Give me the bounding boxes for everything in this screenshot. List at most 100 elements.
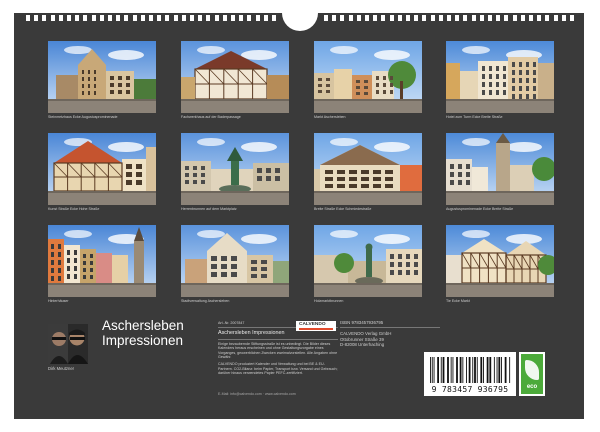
binding-hole [553, 15, 558, 21]
binding-hole [561, 15, 566, 21]
binding-hole [165, 15, 170, 21]
binding-hole [272, 15, 276, 21]
binding-hole [83, 15, 88, 21]
binding-hole [91, 15, 96, 21]
thumbnail-caption: Stadtverwaltung Aschersleben [181, 299, 230, 303]
info-body-1: Einige bezaubernde Stiftungsstraße ist e… [218, 341, 338, 360]
binding-hole [414, 15, 419, 21]
thumbnail-photo [314, 225, 422, 297]
binding-hole [504, 15, 509, 21]
thumbnail-photo [446, 41, 554, 113]
author-name: Dirk Meutzner [48, 366, 75, 371]
barcode-bars [430, 357, 511, 383]
binding-hole [181, 15, 186, 21]
binding-hole [206, 15, 211, 21]
binding-hole [157, 15, 162, 21]
thumbnail-photo [181, 41, 289, 113]
calvendo-logo-bar [299, 328, 333, 330]
binding-hole [222, 15, 227, 21]
binding-hole [124, 15, 129, 21]
eco-badge: eco [519, 352, 545, 396]
thumbnail-photo [181, 133, 289, 205]
binding-hole [75, 15, 80, 21]
isbn: ISBN 9783457936795 [340, 320, 440, 329]
author-photo [48, 324, 88, 364]
thumbnail-caption: Markt Aschersleben [314, 115, 346, 119]
binding-hole [190, 15, 194, 21]
binding-hole [348, 15, 353, 21]
binding-hole [463, 15, 468, 21]
thumbnail-caption: Kunst Straße Ecke Hohe Straße [48, 207, 100, 211]
binding-holes [14, 13, 584, 23]
barcode: 9 783457 936795 [424, 352, 516, 396]
thumbnail-caption: Breite Straße Ecke Schmiedestraße [314, 207, 372, 211]
calvendo-logo: CALVENDO [296, 321, 336, 331]
binding-hole [247, 15, 252, 21]
thumbnail-caption: Herrenbrunnen auf dem Marktplatz [181, 207, 237, 211]
thumbnail-caption: Steinmetzhaus Ecke Augustusprominenade [48, 115, 118, 119]
title-line-1: Aschersleben [102, 318, 184, 333]
binding-hole [173, 15, 178, 21]
binding-hole [479, 15, 484, 21]
binding-hole [26, 15, 30, 21]
binding-hole [214, 15, 219, 21]
binding-hole [365, 15, 369, 21]
binding-hole [537, 15, 542, 21]
binding-hole [149, 15, 153, 21]
thumbnail-photo [48, 225, 156, 297]
binding-hole [422, 15, 427, 21]
thumbnail-photo [48, 133, 156, 205]
binding-hole [324, 15, 328, 21]
binding-hole [140, 15, 145, 21]
thumbnail-caption: Holzmarktbrunnen [314, 299, 344, 303]
binding-hole [496, 15, 501, 21]
calvendo-logo-text: CALVENDO [299, 322, 326, 327]
binding-hole [512, 15, 517, 21]
binding-hole [67, 15, 71, 21]
binding-hole [570, 15, 574, 21]
publisher-line-3: D-82008 Unterhaching [340, 342, 385, 348]
eco-label: eco [526, 384, 538, 390]
binding-hole [430, 15, 435, 21]
calendar-title: Aschersleben Impressionen [102, 318, 184, 348]
thumbnail-caption: Hotel zum Turm Ecke Breite Straße [446, 115, 503, 119]
binding-hole [520, 15, 525, 21]
binding-hole [263, 15, 268, 21]
footer-contact: E-Mail: info@calvendo.com · www.calvendo… [218, 392, 296, 396]
binding-hole [356, 15, 361, 21]
binding-hole [397, 15, 402, 21]
publisher-column: ISBN 9783457936795 CALVENDO Verlag GmbH … [340, 320, 440, 348]
thumbnail-caption: Augustusprominenade Ecke Breite Straße [446, 207, 514, 211]
binding-hole [198, 15, 203, 21]
thumbnail-photo [446, 133, 554, 205]
binding-hole [99, 15, 104, 21]
binding-hole [389, 15, 394, 21]
binding-hole [529, 15, 533, 21]
thumbnail-photo [48, 41, 156, 113]
binding-hole [116, 15, 121, 21]
binding-hole [438, 15, 443, 21]
thumbnail-photo [446, 225, 554, 297]
binding-hole [255, 15, 260, 21]
binding-hole [471, 15, 476, 21]
thumbnail-caption: Fachwerkhaus auf der Baderpassage [181, 115, 241, 119]
thumbnail-photo [181, 225, 289, 297]
binding-hole [381, 15, 386, 21]
binding-hole [340, 15, 345, 21]
binding-hole [373, 15, 378, 21]
binding-hole [545, 15, 550, 21]
thumbnail-caption: Hinterhäuser [48, 299, 69, 303]
binding-hole [488, 15, 492, 21]
thumbnail-caption: Tie Ecke Markt [446, 299, 470, 303]
binding-hole [231, 15, 235, 21]
binding-hole [132, 15, 137, 21]
binding-hole [42, 15, 47, 21]
title-line-2: Impressionen [102, 333, 184, 348]
binding-hole [239, 15, 244, 21]
binding-hole [406, 15, 410, 21]
leaf-icon [525, 360, 539, 380]
info-body-2: CALVENDO produziert Kalender und Verwalt… [218, 361, 338, 376]
binding-hole [34, 15, 39, 21]
thumbnail-photo [314, 133, 422, 205]
thumbnail-photo [314, 41, 422, 113]
